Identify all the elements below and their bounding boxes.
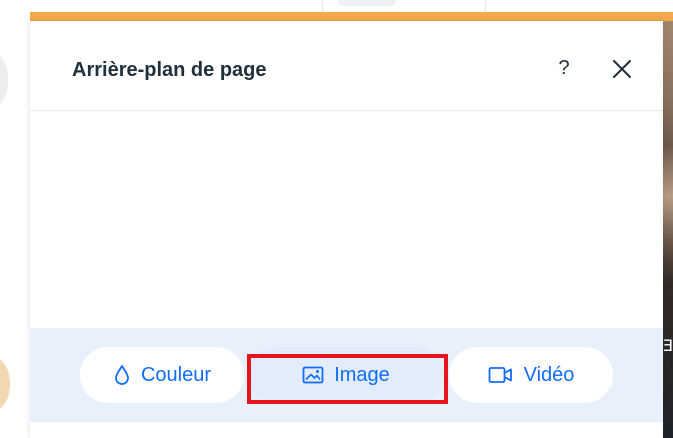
toolbar-chip [338,0,396,6]
image-icon [302,366,324,384]
color-button-label: Couleur [140,363,212,386]
toolbar-divider [322,0,323,12]
panel-title: Arrière-plan de page [72,59,267,81]
page-background-photo [663,21,673,438]
close-button[interactable] [609,56,635,82]
canvas-glyph: Ǝ [663,336,673,355]
video-camera-icon [488,367,512,383]
top-toolbar-strip [0,0,673,12]
video-button-label: Vidéo [523,363,575,386]
background-preview [30,111,663,328]
panel-footer [30,422,663,438]
close-icon [613,60,631,78]
image-button-label: Image [334,363,390,386]
selection-accent-bar [30,12,673,21]
page-background-panel: Arrière-plan de page ? Couleur Image Vid… [30,21,663,438]
help-button[interactable]: ? [551,53,577,83]
side-handle [0,52,8,108]
editor-canvas: Arrière-plan de page ? Couleur Image Vid… [0,0,673,438]
toolbar-divider [485,0,486,12]
color-button[interactable]: Couleur [80,347,244,403]
droplet-icon [115,365,129,385]
video-button[interactable]: Vidéo [449,347,613,403]
image-button[interactable]: Image [248,347,444,403]
panel-header: Arrière-plan de page ? [30,21,663,111]
side-handle-orange [0,358,10,410]
